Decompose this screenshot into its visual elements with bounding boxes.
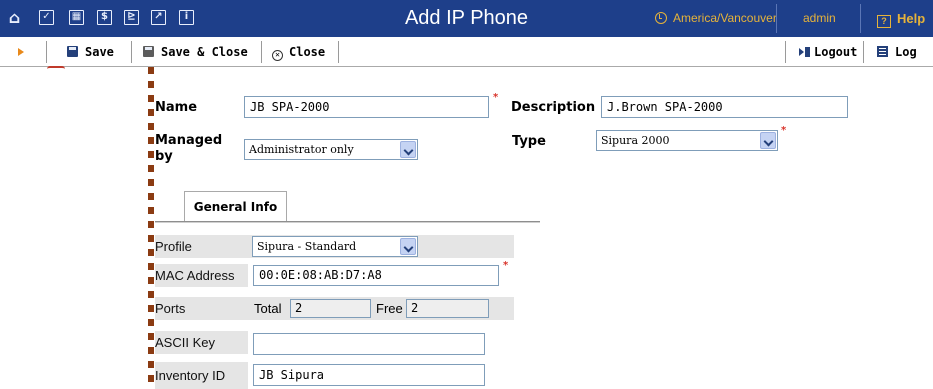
toolbar-divider (338, 41, 339, 63)
dashed-side-bar (148, 67, 154, 389)
page-title: Add IP Phone (0, 0, 933, 37)
user-link[interactable]: admin (803, 0, 836, 37)
profile-select[interactable]: Sipura - Standard (252, 236, 418, 257)
ascii-key-input[interactable] (253, 333, 485, 355)
description-input[interactable]: J.Brown SPA-2000 (601, 96, 848, 118)
logout-icon (799, 47, 811, 57)
profile-label: Profile (155, 239, 192, 254)
ports-total-label: Total (254, 301, 282, 316)
save-label: Save (85, 45, 114, 59)
close-icon: ✕ (272, 50, 283, 61)
ports-total-field: 2 (290, 299, 371, 318)
save-close-icon (143, 46, 154, 57)
header-divider (860, 4, 861, 33)
profile-row: Profile Sipura - Standard (155, 235, 514, 258)
dropdown-arrow-icon[interactable] (760, 132, 776, 149)
check-icon[interactable]: ✓ (39, 10, 54, 25)
toolbar: Save Save & Close ✕ Close Logout Log (0, 37, 933, 67)
save-icon (67, 46, 78, 57)
save-close-button[interactable]: Save & Close (143, 37, 248, 67)
clock-icon (655, 12, 667, 24)
ports-free-field: 2 (406, 299, 489, 318)
toolbar-divider (46, 41, 47, 63)
grid-icon[interactable]: ▦ (69, 10, 84, 25)
timezone-link[interactable]: America/Vancouver (655, 0, 777, 37)
inventory-id-input[interactable]: JB Sipura (253, 364, 485, 386)
log-icon (877, 46, 888, 57)
help-link[interactable]: ? Help (877, 0, 925, 37)
profile-value: Sipura - Standard (257, 240, 357, 253)
decorative-mark (47, 66, 65, 69)
required-marker: * (781, 125, 787, 136)
managed-by-value: Administrator only (249, 143, 354, 156)
toolbar-divider (261, 41, 262, 63)
dollar-icon[interactable]: $ (97, 10, 112, 25)
type-label: Type (512, 134, 546, 149)
ports-free-label: Free (376, 301, 403, 316)
name-input[interactable]: JB SPA-2000 (244, 96, 489, 118)
type-value: Sipura 2000 (601, 134, 670, 147)
description-label: Description (511, 100, 596, 115)
top-navigation-bar: ⌂ ✓ ▦ $ ⊵ ↗ i Add IP Phone America/Vanco… (0, 0, 933, 37)
required-marker: * (493, 92, 499, 103)
log-button[interactable]: Log (877, 37, 917, 67)
page-title-text: Add IP Phone (404, 7, 529, 29)
toolbar-divider (785, 41, 786, 63)
save-button[interactable]: Save (67, 37, 114, 67)
info-icon[interactable]: i (179, 10, 194, 25)
log-label: Log (895, 45, 917, 59)
help-icon: ? (877, 15, 891, 28)
header-divider (776, 4, 777, 33)
mac-address-label: MAC Address (155, 268, 235, 283)
mac-address-input[interactable]: 00:0E:08:AB:D7:A8 (253, 265, 499, 286)
ascii-key-label: ASCII Key (155, 335, 215, 350)
name-label: Name (155, 100, 198, 115)
managed-by-select[interactable]: Administrator only (244, 139, 418, 160)
save-close-label: Save & Close (161, 45, 248, 59)
chart-icon[interactable]: ↗ (151, 10, 166, 25)
close-label: Close (289, 45, 326, 59)
dropdown-arrow-icon[interactable] (400, 141, 416, 158)
managed-by-label: Managed by (155, 133, 222, 165)
home-icon[interactable]: ⌂ (7, 10, 22, 26)
toolbar-divider (863, 41, 864, 63)
toolbar-divider (131, 41, 132, 63)
required-marker: * (503, 260, 509, 271)
ports-row: Ports Total 2 Free 2 (155, 297, 514, 320)
tab-general-info[interactable]: General Info (184, 191, 287, 222)
inventory-id-label: Inventory ID (155, 368, 226, 383)
tab-divider-shadow (155, 222, 540, 223)
ports-label: Ports (155, 301, 186, 316)
managed-by-label-line2: by (155, 149, 173, 164)
dropdown-arrow-icon[interactable] (400, 238, 416, 255)
play-arrow-icon[interactable] (18, 48, 24, 56)
close-button[interactable]: ✕ Close (272, 37, 325, 67)
managed-by-label-line1: Managed (155, 133, 223, 148)
logout-label: Logout (814, 45, 858, 59)
help-text: Help (897, 11, 926, 26)
timezone-text: America/Vancouver (673, 11, 777, 25)
logout-button[interactable]: Logout (799, 37, 857, 67)
type-select[interactable]: Sipura 2000 (596, 130, 778, 151)
phone-icon[interactable]: ⊵ (124, 10, 139, 25)
